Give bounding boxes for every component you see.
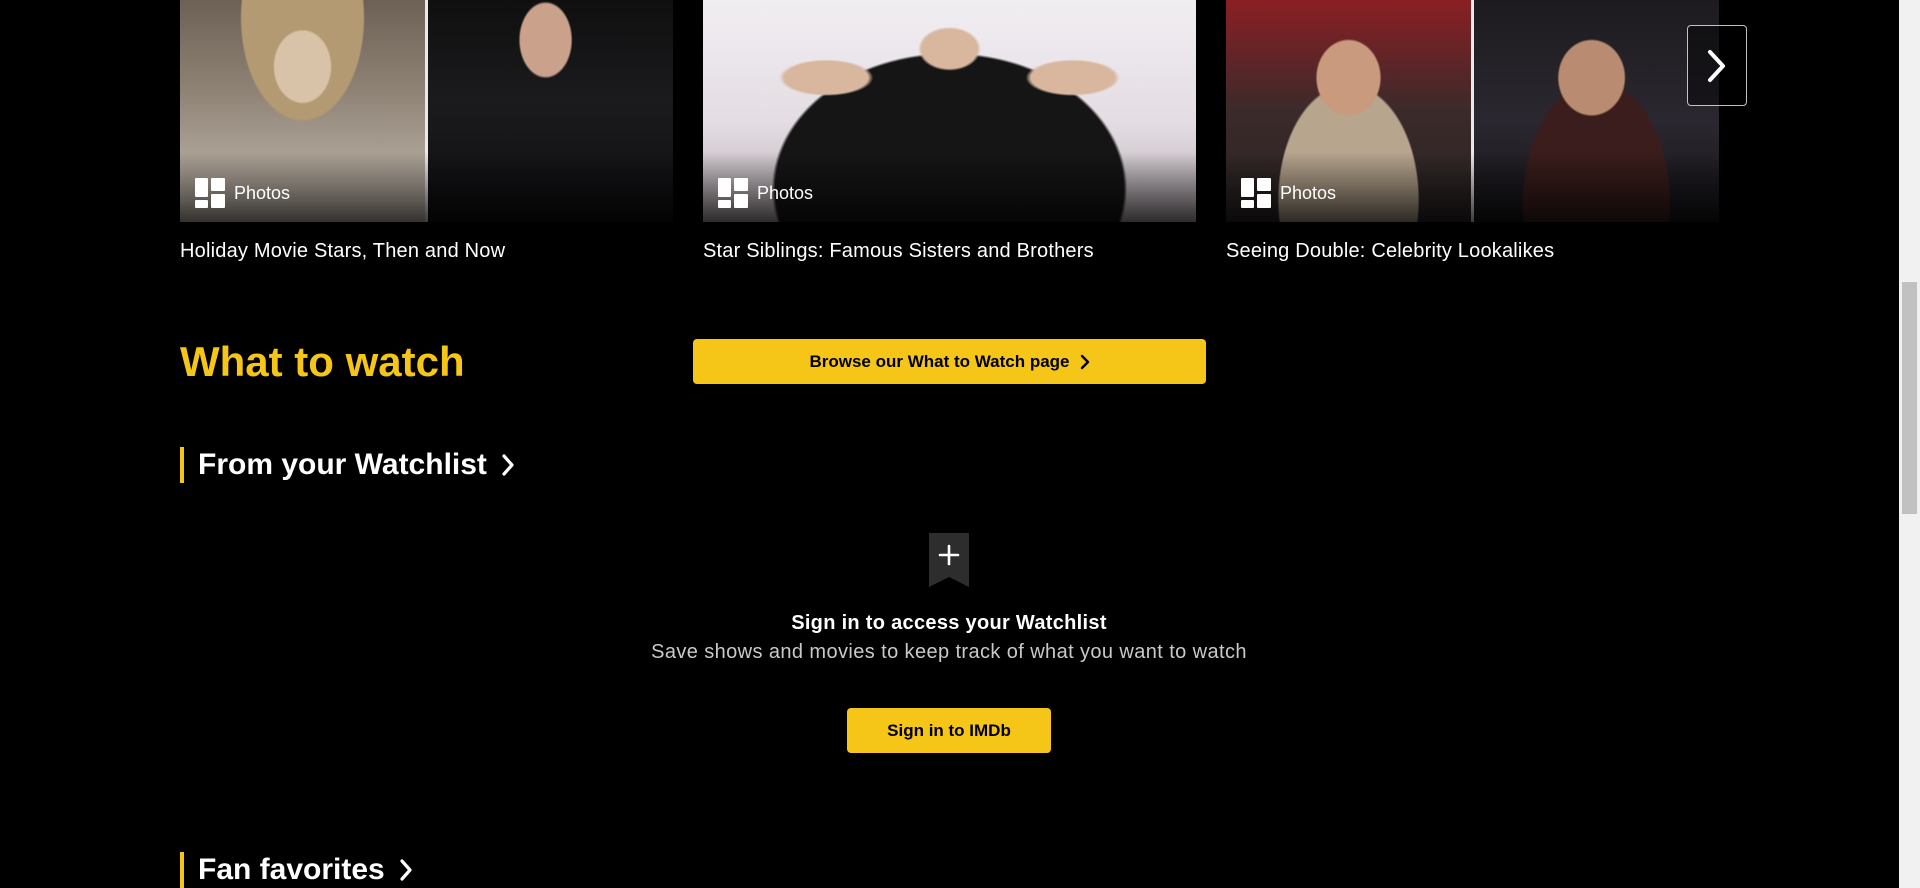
photos-badge: Photos <box>195 178 290 208</box>
browse-what-to-watch-label: Browse our What to Watch page <box>809 351 1070 371</box>
watchlist-signin-title: Sign in to access your Watchlist <box>791 612 1107 634</box>
scrollbar-thumb[interactable] <box>1902 282 1917 514</box>
page-scrollbar[interactable] <box>1899 0 1920 888</box>
fan-favorites-section-heading[interactable]: Fan favorites <box>180 852 413 888</box>
photos-badge-label: Photos <box>234 182 291 203</box>
photos-badge-label: Photos <box>1280 182 1337 203</box>
gallery-card-caption[interactable]: Seeing Double: Celebrity Lookalikes <box>1226 240 1719 263</box>
gallery-card-image[interactable]: Photos <box>180 0 673 222</box>
gallery-card-seeing-double[interactable]: Photos Seeing Double: Celebrity Lookalik… <box>1226 0 1719 263</box>
chevron-right-icon <box>1080 354 1089 369</box>
photos-badge: Photos <box>1241 178 1336 208</box>
gallery-card-image[interactable]: Photos <box>1226 0 1719 222</box>
watchlist-heading-label: From your Watchlist <box>198 448 487 481</box>
what-to-watch-title: What to watch <box>180 338 465 385</box>
browse-what-to-watch-button[interactable]: Browse our What to Watch page <box>693 339 1206 384</box>
gallery-card-image[interactable]: Photos <box>703 0 1196 222</box>
photos-badge: Photos <box>718 178 813 208</box>
gallery-card-star-siblings[interactable]: Photos Star Siblings: Famous Sisters and… <box>703 0 1196 263</box>
carousel-next-button[interactable] <box>1687 25 1747 106</box>
watchlist-signin-subtitle: Save shows and movies to keep track of w… <box>651 641 1247 663</box>
chevron-right-icon <box>400 859 412 881</box>
gallery-card-caption[interactable]: Holiday Movie Stars, Then and Now <box>180 240 673 263</box>
bookmark-plus-icon[interactable] <box>929 533 969 587</box>
photo-grid-icon <box>718 178 748 208</box>
page: Photos Holiday Movie Stars, Then and Now… <box>0 0 1920 888</box>
gallery-card-caption[interactable]: Star Siblings: Famous Sisters and Brothe… <box>703 240 1196 263</box>
chevron-right-icon <box>502 454 514 476</box>
chevron-right-icon <box>1708 49 1725 82</box>
watchlist-section-heading[interactable]: From your Watchlist <box>180 447 515 483</box>
gallery-card-holiday-movie-stars[interactable]: Photos Holiday Movie Stars, Then and Now <box>180 0 673 263</box>
fan-favorites-heading-label: Fan favorites <box>198 853 385 886</box>
photo-grid-icon <box>1241 178 1271 208</box>
photo-grid-icon <box>195 178 225 208</box>
photo-gallery-carousel: Photos Holiday Movie Stars, Then and Now… <box>180 0 1720 270</box>
sign-in-button[interactable]: Sign in to IMDb <box>847 708 1051 753</box>
photos-badge-label: Photos <box>757 182 814 203</box>
